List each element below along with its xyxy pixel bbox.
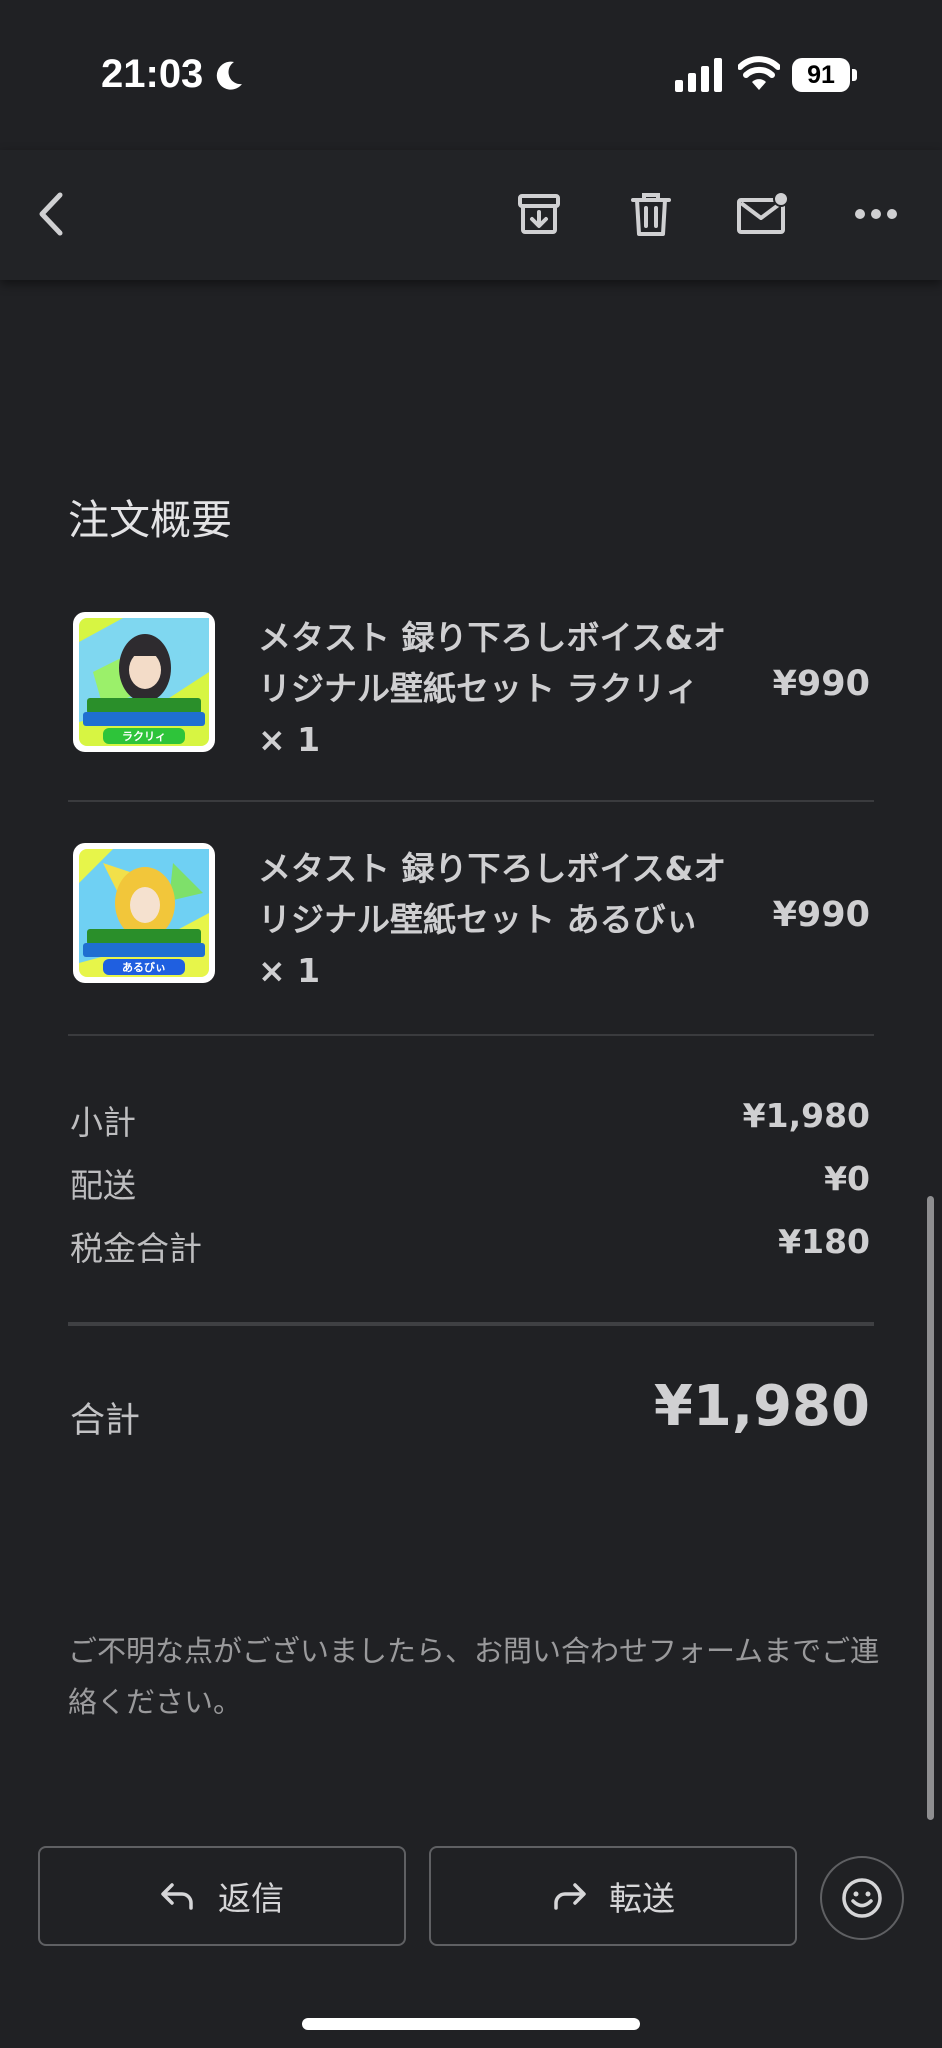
emoji-reaction-button[interactable] bbox=[820, 1856, 904, 1940]
status-bar: 21:03 91 bbox=[0, 0, 942, 150]
smiley-icon bbox=[842, 1878, 882, 1918]
shipping-label: 配送 bbox=[70, 1166, 136, 1205]
item-price: ¥990 bbox=[772, 664, 870, 704]
svg-text:ラクリィ: ラクリィ bbox=[122, 730, 166, 743]
more-horizontal-icon bbox=[855, 209, 897, 219]
home-indicator[interactable] bbox=[302, 2018, 640, 2030]
item-divider bbox=[68, 1034, 874, 1036]
tax-value: ¥180 bbox=[778, 1222, 870, 1261]
product-thumbnail: あるびぃ bbox=[73, 843, 215, 983]
forward-button[interactable]: 転送 bbox=[429, 1846, 797, 1946]
status-time: 21:03 bbox=[101, 52, 204, 96]
tax-label: 税金合計 bbox=[70, 1229, 202, 1268]
total-divider bbox=[68, 1322, 874, 1326]
scrollbar[interactable] bbox=[927, 1196, 934, 1820]
subtotal-label: 小計 bbox=[70, 1103, 136, 1142]
order-summary-title: 注文概要 bbox=[68, 496, 232, 544]
item-price: ¥990 bbox=[772, 895, 870, 935]
mail-unread-icon bbox=[737, 191, 789, 234]
trash-icon bbox=[631, 193, 671, 236]
shipping-value: ¥0 bbox=[824, 1159, 870, 1198]
product-thumbnail: ラクリィ bbox=[73, 612, 215, 752]
chevron-left-icon bbox=[39, 192, 63, 236]
archive-button[interactable] bbox=[511, 186, 567, 242]
total-value: ¥1,980 bbox=[653, 1374, 870, 1439]
cellular-signal-icon bbox=[675, 58, 722, 92]
battery-indicator: 91 bbox=[792, 58, 858, 94]
reply-icon bbox=[161, 1883, 193, 1910]
forward-icon bbox=[554, 1883, 586, 1910]
tax-row: 税金合計 ¥180 bbox=[70, 1222, 870, 1272]
more-button[interactable] bbox=[848, 186, 904, 242]
item-divider bbox=[68, 800, 874, 802]
back-button[interactable] bbox=[24, 186, 80, 242]
reply-button[interactable]: 返信 bbox=[38, 1846, 406, 1946]
reply-label: 返信 bbox=[218, 1879, 284, 1918]
mark-unread-button[interactable] bbox=[735, 186, 791, 242]
item-name: メタスト 録り下ろしボイス&オリジナル壁紙セット あるびぃ × 1 bbox=[258, 849, 727, 990]
order-item: ラクリィ メタスト 録り下ろしボイス&オリジナル壁紙セット ラクリィ × 1 ¥… bbox=[68, 612, 874, 812]
item-name: メタスト 録り下ろしボイス&オリジナル壁紙セット ラクリィ × 1 bbox=[258, 618, 727, 759]
total-label: 合計 bbox=[70, 1401, 141, 1441]
forward-label: 転送 bbox=[609, 1879, 675, 1918]
subtotal-row: 小計 ¥1,980 bbox=[70, 1096, 870, 1146]
delete-button[interactable] bbox=[623, 186, 679, 242]
email-toolbar bbox=[0, 150, 942, 280]
contact-note: ご不明な点がございましたら、お問い合わせフォームまでご連絡ください。 bbox=[68, 1634, 880, 1719]
battery-level: 91 bbox=[792, 58, 850, 92]
subtotal-value: ¥1,980 bbox=[742, 1096, 870, 1135]
moon-icon bbox=[216, 61, 242, 90]
wifi-icon bbox=[738, 56, 780, 90]
order-item: あるびぃ メタスト 録り下ろしボイス&オリジナル壁紙セット あるびぃ × 1 ¥… bbox=[68, 843, 874, 1043]
shipping-row: 配送 ¥0 bbox=[70, 1159, 870, 1209]
archive-icon bbox=[518, 194, 560, 234]
svg-text:あるびぃ: あるびぃ bbox=[122, 960, 166, 974]
